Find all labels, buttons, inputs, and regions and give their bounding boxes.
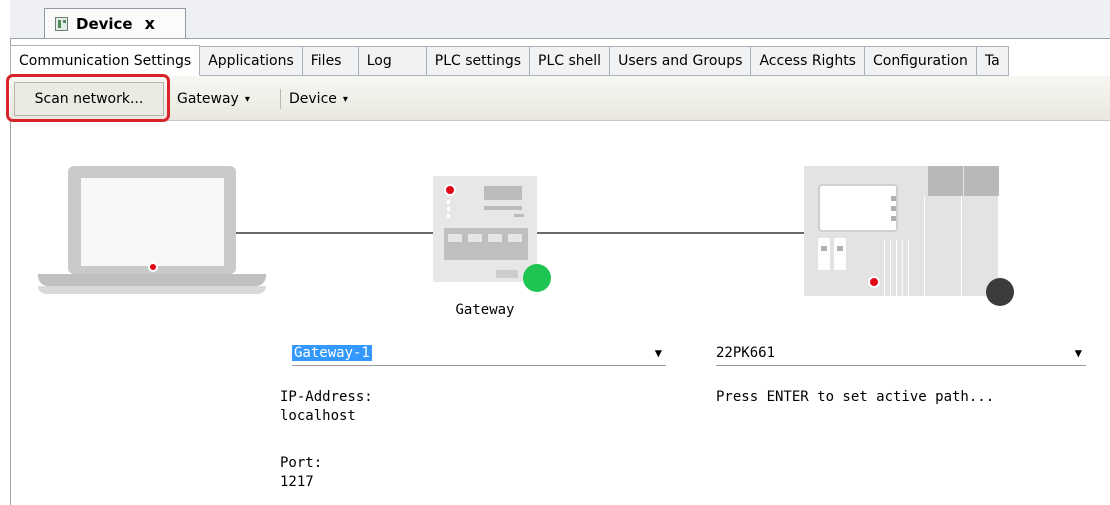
editor-tab-bar: Communication Settings Applications File… [10, 45, 1110, 76]
chevron-down-icon: ▾ [342, 93, 348, 105]
tab-plc-shell[interactable]: PLC shell [530, 46, 611, 76]
gateway-port-label: Port: [280, 455, 323, 471]
tab-users-and-groups[interactable]: Users and Groups [610, 46, 752, 76]
gateway-ip-label: IP-Address: [280, 389, 373, 405]
tab-log[interactable]: Log [358, 46, 427, 76]
gateway-menu-label: Gateway [177, 91, 239, 107]
gateway-diagram-label: Gateway [455, 302, 515, 318]
dropdown-arrow-icon: ▼ [1074, 346, 1082, 360]
tab-more[interactable]: Ta [976, 46, 1009, 76]
device-document-tab[interactable]: Device x [44, 8, 186, 38]
device-status-indicator [986, 278, 1014, 306]
document-tab-strip: Device x [10, 0, 1110, 39]
document-tab-title: Device [76, 14, 133, 33]
device-select-value: 22PK661 [716, 344, 776, 361]
toolbar: Scan network... Gateway ▾ Device ▾ [6, 74, 1110, 122]
gateway-select-value: Gateway-1 [292, 344, 372, 361]
chevron-down-icon: ▾ [244, 93, 250, 105]
dropdown-arrow-icon: ▼ [654, 346, 662, 360]
connection-line [236, 232, 433, 234]
toolbar-separator [280, 89, 281, 109]
scan-network-button[interactable]: Scan network... [14, 82, 164, 116]
tab-applications[interactable]: Applications [200, 46, 303, 76]
gateway-status-indicator [523, 264, 551, 292]
device-icon [55, 16, 68, 31]
gateway-menu[interactable]: Gateway ▾ [177, 84, 250, 114]
tab-plc-settings[interactable]: PLC settings [426, 46, 531, 76]
device-select[interactable]: 22PK661 ▼ [716, 340, 1086, 366]
gateway-ip-value: localhost [280, 408, 356, 424]
tab-access-rights[interactable]: Access Rights [751, 46, 865, 76]
device-menu-label: Device [289, 91, 337, 107]
gateway-select[interactable]: Gateway-1 ▼ [292, 340, 666, 366]
tab-files[interactable]: Files [302, 46, 359, 76]
device-menu[interactable]: Device ▾ [289, 84, 348, 114]
tab-configuration[interactable]: Configuration [864, 46, 977, 76]
active-path-hint: Press ENTER to set active path... [716, 389, 995, 405]
tab-communication-settings[interactable]: Communication Settings [10, 45, 201, 76]
close-tab-icon[interactable]: x [145, 14, 155, 33]
connection-line [537, 232, 804, 234]
gateway-port-value: 1217 [280, 474, 314, 490]
